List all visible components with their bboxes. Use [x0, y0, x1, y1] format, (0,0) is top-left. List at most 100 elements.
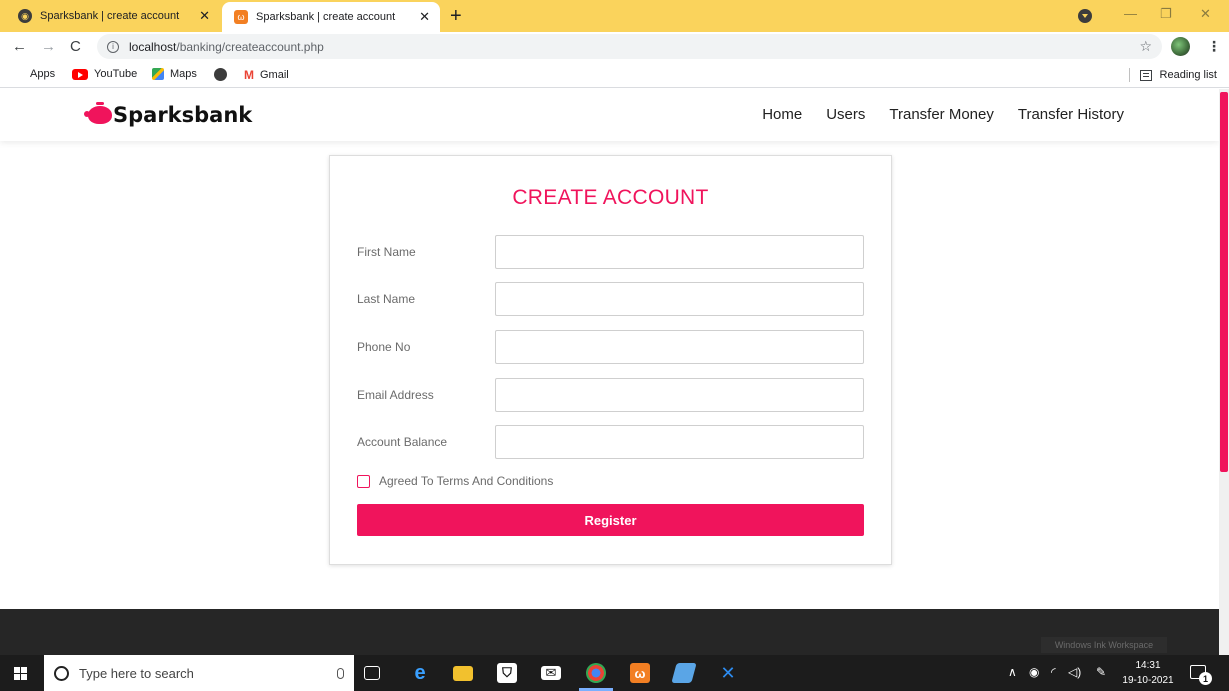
last-name-row: Last Name: [357, 282, 865, 316]
brand-name: Sparksbank: [113, 103, 253, 127]
windows-ink-watermark: Windows Ink Workspace: [1041, 637, 1167, 653]
terms-checkbox[interactable]: [357, 474, 370, 488]
first-name-row: First Name: [357, 235, 865, 269]
xampp-icon: ω: [234, 10, 248, 24]
bookmark-star-icon[interactable]: ☆: [1139, 38, 1152, 55]
bookmark-gmail[interactable]: M Gmail: [244, 68, 289, 82]
bookmarks-bar: Apps YouTube Maps M Gmail Reading list: [0, 62, 1229, 88]
close-tab-icon[interactable]: ✕: [199, 8, 210, 24]
profile-avatar[interactable]: [1171, 37, 1190, 56]
url-host: localhost: [129, 39, 177, 54]
restore-icon[interactable]: ❐: [1160, 6, 1172, 22]
clock-time: 14:31: [1135, 660, 1161, 671]
windows-start-icon[interactable]: [14, 667, 27, 680]
email-field[interactable]: [495, 378, 864, 412]
reading-list-button[interactable]: Reading list: [1128, 68, 1217, 82]
back-icon[interactable]: ←: [12, 38, 27, 55]
terms-label[interactable]: Agreed To Terms And Conditions: [379, 474, 553, 488]
store-icon[interactable]: ⛉: [497, 663, 517, 683]
phone-row: Phone No: [357, 330, 865, 364]
browser-tab-strip: ◉ Sparksbank | create account ✕ ω Sparks…: [0, 0, 1229, 32]
nav-transfer-money[interactable]: Transfer Money: [889, 106, 993, 123]
phone-field[interactable]: [495, 330, 864, 364]
bookmark-label: Maps: [170, 68, 197, 80]
taskbar-search[interactable]: Type here to search: [44, 655, 354, 691]
bookmark-maps[interactable]: Maps: [152, 68, 197, 80]
reading-list-label: Reading list: [1159, 69, 1217, 81]
balance-row: Account Balance: [357, 425, 865, 459]
nav-home[interactable]: Home: [762, 106, 802, 123]
site-footer: [0, 609, 1219, 655]
minimize-icon[interactable]: —: [1124, 6, 1137, 21]
close-tab-icon[interactable]: ✕: [419, 9, 430, 25]
apps-grid-icon: [12, 68, 24, 80]
browser-tab-1[interactable]: ◉ Sparksbank | create account ✕: [8, 0, 220, 32]
reload-icon[interactable]: C: [70, 38, 81, 55]
vscode-icon[interactable]: ✕: [718, 663, 738, 683]
piggy-bank-icon: [84, 102, 112, 124]
task-view-icon[interactable]: [364, 666, 380, 680]
bookmark-globe[interactable]: [214, 68, 233, 81]
nav-transfer-history[interactable]: Transfer History: [1018, 106, 1124, 123]
close-window-icon[interactable]: ✕: [1200, 6, 1211, 22]
first-name-label: First Name: [357, 245, 416, 259]
clock-date: 19-10-2021: [1122, 675, 1174, 686]
bookmark-label: YouTube: [94, 68, 138, 80]
url-path: /banking/createaccount.php: [176, 39, 324, 54]
notification-badge: 1: [1199, 672, 1212, 685]
email-label: Email Address: [357, 388, 434, 402]
first-name-field[interactable]: [495, 235, 864, 269]
balance-field[interactable]: [495, 425, 864, 459]
microphone-icon[interactable]: [337, 667, 344, 679]
edge-icon[interactable]: e: [410, 662, 430, 684]
email-row: Email Address: [357, 378, 865, 412]
chrome-icon[interactable]: [586, 663, 606, 683]
reading-list-icon: [1139, 69, 1152, 81]
browser-tab-2[interactable]: ω Sparksbank | create account ✕: [222, 2, 440, 32]
bookmark-youtube[interactable]: YouTube: [72, 68, 137, 80]
profile-menu-icon[interactable]: [1078, 9, 1092, 23]
windows-taskbar: Type here to search e ⛉ ✉ ω ✕ ∧ ◉ ◜ ◁) ✎…: [0, 655, 1229, 691]
tab-title: Sparksbank | create account: [40, 10, 180, 22]
create-account-card: CREATE ACCOUNT First Name Last Name Phon…: [329, 155, 892, 565]
last-name-field[interactable]: [495, 282, 864, 316]
url-field[interactable]: i localhost/banking/createaccount.php ☆: [97, 34, 1162, 59]
show-hidden-icons[interactable]: ∧: [1008, 665, 1017, 679]
address-bar-row: ← → C i localhost/banking/createaccount.…: [0, 32, 1229, 62]
scrollbar-thumb[interactable]: [1220, 92, 1228, 472]
maps-icon: [152, 68, 164, 80]
xampp-icon[interactable]: ω: [630, 663, 650, 683]
terms-row: Agreed To Terms And Conditions: [357, 474, 553, 488]
gmail-icon: M: [244, 68, 254, 82]
bookmark-apps[interactable]: Apps: [12, 68, 55, 80]
register-button[interactable]: Register: [357, 504, 864, 536]
location-icon[interactable]: ◉: [1029, 665, 1039, 679]
notes-icon[interactable]: [671, 663, 697, 683]
volume-icon[interactable]: ◁): [1068, 665, 1081, 679]
form-title: CREATE ACCOUNT: [512, 186, 709, 209]
browser-menu-icon[interactable]: ⋮: [1207, 38, 1221, 55]
forward-icon[interactable]: →: [41, 38, 56, 55]
taskbar-clock[interactable]: 14:31 19-10-2021: [1122, 658, 1174, 688]
mail-icon[interactable]: ✉: [541, 665, 561, 680]
file-explorer-icon[interactable]: [453, 666, 473, 681]
balance-label: Account Balance: [357, 435, 448, 449]
web-page: Sparksbank Home Users Transfer Money Tra…: [0, 89, 1229, 655]
info-icon[interactable]: i: [107, 40, 119, 53]
new-tab-button[interactable]: +: [450, 5, 462, 28]
globe-icon: ◉: [18, 9, 32, 23]
page-scrollbar[interactable]: [1219, 89, 1229, 655]
wifi-icon[interactable]: ◜: [1051, 665, 1056, 679]
last-name-label: Last Name: [357, 292, 416, 306]
globe-icon: [214, 68, 227, 81]
cortana-icon: [54, 665, 69, 681]
site-navbar: Sparksbank Home Users Transfer Money Tra…: [0, 89, 1219, 141]
phone-label: Phone No: [357, 340, 411, 354]
site-nav: Home Users Transfer Money Transfer Histo…: [762, 106, 1124, 123]
nav-users[interactable]: Users: [826, 106, 865, 123]
divider: [1128, 68, 1130, 82]
bookmark-label: Apps: [30, 68, 56, 80]
bookmark-label: Gmail: [260, 69, 289, 81]
pen-icon[interactable]: ✎: [1096, 665, 1106, 679]
site-brand[interactable]: Sparksbank: [84, 102, 253, 127]
